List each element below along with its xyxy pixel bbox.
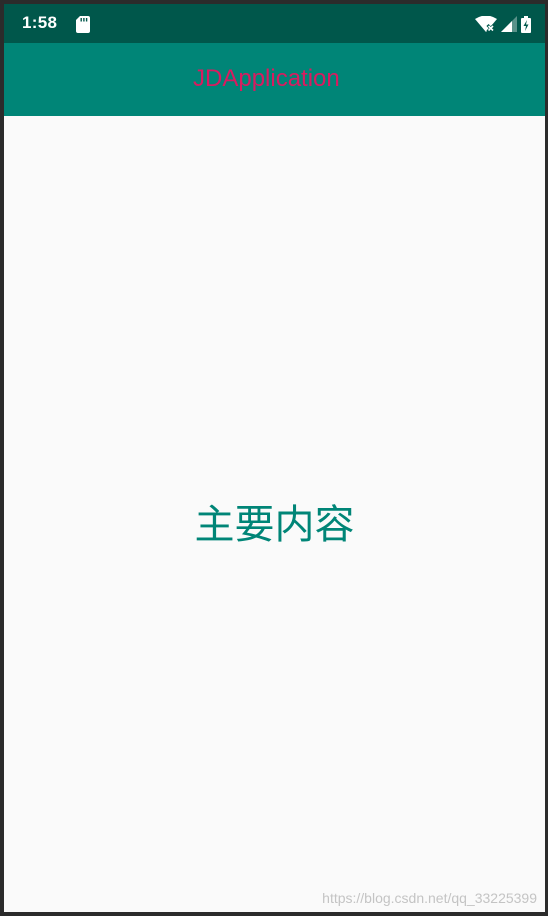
main-content-text: 主要内容 bbox=[194, 502, 355, 548]
status-icons bbox=[475, 15, 531, 33]
app-title: JDApplication bbox=[193, 65, 340, 92]
wifi-off-icon bbox=[475, 16, 497, 32]
main-content: 主要内容 bbox=[4, 116, 545, 912]
watermark: https://blog.csdn.net/qq_33225399 bbox=[322, 890, 537, 906]
sd-card-icon bbox=[76, 16, 90, 33]
status-time: 1:58 bbox=[22, 13, 58, 32]
battery-charging-icon bbox=[521, 15, 531, 33]
cell-signal-icon bbox=[501, 16, 517, 32]
status-bar: 1:58 bbox=[4, 4, 545, 43]
device-screen: 1:58 JDApplication 主要内容 https://blog.csd… bbox=[4, 4, 545, 912]
app-bar: JDApplication bbox=[4, 43, 545, 116]
